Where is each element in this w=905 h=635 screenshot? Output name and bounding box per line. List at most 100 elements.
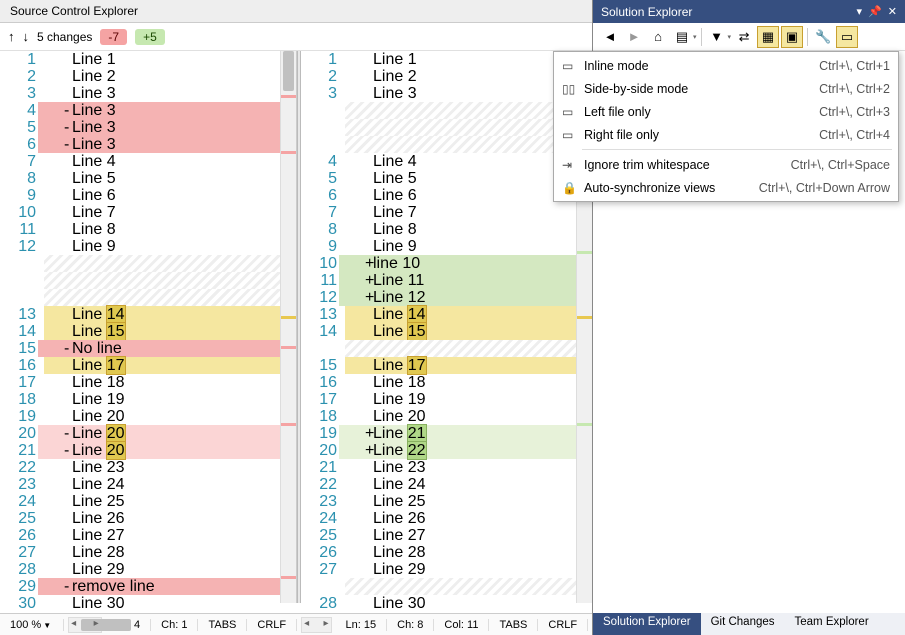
menu-item[interactable]: ▭Inline modeCtrl+\, Ctrl+1 (554, 54, 898, 77)
switch-views-button[interactable]: ▤ (671, 26, 693, 48)
sync-button[interactable]: ⇄ (733, 26, 755, 48)
left-hscroll[interactable]: ◂▸ (68, 617, 102, 633)
menu-item[interactable]: ▭Left file onlyCtrl+\, Ctrl+3 (554, 100, 898, 123)
back-button[interactable]: ◄ (599, 26, 621, 48)
prev-change-button[interactable]: ↑ (8, 29, 15, 44)
code-row[interactable] (0, 289, 296, 306)
code-row[interactable]: 22Line 24 (301, 476, 592, 493)
code-row[interactable]: 21-Line 20 (0, 442, 296, 459)
code-row[interactable]: 9Line 6 (0, 187, 296, 204)
code-row[interactable]: 29-remove line (0, 578, 296, 595)
right-hscroll[interactable]: ◂▸ (301, 617, 331, 633)
code-row[interactable]: 20-Line 20 (0, 425, 296, 442)
line-number: 4 (301, 153, 345, 170)
code-row[interactable]: 28Line 29 (0, 561, 296, 578)
code-row[interactable]: 13Line 14 (0, 306, 296, 323)
code-row[interactable]: 25Line 26 (0, 510, 296, 527)
code-row[interactable]: 15-No line (0, 340, 296, 357)
code-row[interactable]: 22Line 23 (0, 459, 296, 476)
code-row[interactable]: 6-Line 3 (0, 136, 296, 153)
line-text: -remove line (38, 578, 296, 595)
code-row[interactable] (301, 102, 592, 119)
zoom-level[interactable]: 100 %▼ (0, 619, 64, 631)
code-row[interactable]: 30Line 30 (0, 595, 296, 612)
code-row[interactable]: 19+Line 21 (301, 425, 592, 442)
menu-item[interactable]: 🔒Auto-synchronize viewsCtrl+\, Ctrl+Down… (554, 176, 898, 199)
code-row[interactable] (301, 340, 592, 357)
code-row[interactable]: 13Line 14 (301, 306, 592, 323)
code-row[interactable]: 19Line 20 (0, 408, 296, 425)
line-number: 28 (301, 595, 345, 612)
team-explorer-tab[interactable]: Team Explorer (785, 613, 879, 635)
code-row[interactable]: 15Line 17 (301, 357, 592, 374)
code-row[interactable]: 26Line 28 (301, 544, 592, 561)
git-changes-tab[interactable]: Git Changes (701, 613, 785, 635)
code-row[interactable] (0, 272, 296, 289)
code-row[interactable]: 2Line 2 (0, 68, 296, 85)
code-row[interactable]: 4Line 4 (301, 153, 592, 170)
menu-item[interactable]: ⇥Ignore trim whitespaceCtrl+\, Ctrl+Spac… (554, 153, 898, 176)
code-row[interactable]: 1Line 1 (0, 51, 296, 68)
code-row[interactable]: 7Line 7 (301, 204, 592, 221)
code-row[interactable]: 25Line 27 (301, 527, 592, 544)
line-number (0, 272, 44, 289)
code-row[interactable]: 14Line 15 (301, 323, 592, 340)
code-row[interactable]: 7Line 4 (0, 153, 296, 170)
code-row[interactable]: 1Line 1 (301, 51, 592, 68)
code-row[interactable]: 17Line 19 (301, 391, 592, 408)
code-row[interactable]: 18Line 20 (301, 408, 592, 425)
code-row[interactable]: 16Line 17 (0, 357, 296, 374)
forward-button[interactable]: ► (623, 26, 645, 48)
code-row[interactable]: 14Line 15 (0, 323, 296, 340)
code-row[interactable]: 23Line 25 (301, 493, 592, 510)
code-row[interactable]: 11Line 8 (0, 221, 296, 238)
code-row[interactable]: 8Line 8 (301, 221, 592, 238)
code-row[interactable]: 24Line 25 (0, 493, 296, 510)
code-row[interactable]: 10Line 7 (0, 204, 296, 221)
code-row[interactable] (0, 255, 296, 272)
solution-explorer-tab[interactable]: Solution Explorer (593, 613, 701, 635)
close-panel-icon[interactable]: ✕ (888, 5, 897, 18)
code-row[interactable]: 21Line 23 (301, 459, 592, 476)
code-row[interactable] (301, 136, 592, 153)
line-number: 1 (0, 51, 44, 68)
collapse-all-button[interactable]: ▣ (781, 26, 803, 48)
preview-button[interactable]: ▭ (836, 26, 858, 48)
code-row[interactable]: 28Line 30 (301, 595, 592, 612)
code-row[interactable]: 11+Line 11 (301, 272, 592, 289)
code-row[interactable]: 24Line 26 (301, 510, 592, 527)
code-row[interactable]: 27Line 28 (0, 544, 296, 561)
code-row[interactable]: 9Line 9 (301, 238, 592, 255)
code-row[interactable]: 17Line 18 (0, 374, 296, 391)
code-row[interactable]: 27Line 29 (301, 561, 592, 578)
code-row[interactable]: 5-Line 3 (0, 119, 296, 136)
window-dropdown-icon[interactable]: ▾ (857, 5, 863, 18)
filter-button[interactable]: ▼ (706, 26, 728, 48)
show-all-files-button[interactable]: ▦ (757, 26, 779, 48)
menu-item[interactable]: ▭Right file onlyCtrl+\, Ctrl+4 (554, 123, 898, 146)
code-row[interactable]: 5Line 5 (301, 170, 592, 187)
menu-item[interactable]: ▯▯Side-by-side modeCtrl+\, Ctrl+2 (554, 77, 898, 100)
code-row[interactable] (301, 578, 592, 595)
left-scrollbar[interactable] (280, 51, 296, 603)
code-row[interactable]: 10+line 10 (301, 255, 592, 272)
code-row[interactable]: 2Line 2 (301, 68, 592, 85)
source-control-tab[interactable]: Source Control Explorer (0, 0, 148, 23)
autohide-icon[interactable]: 📌 (868, 5, 882, 18)
code-row[interactable]: 20+Line 22 (301, 442, 592, 459)
code-row[interactable]: 12Line 9 (0, 238, 296, 255)
code-row[interactable]: 16Line 18 (301, 374, 592, 391)
code-row[interactable] (301, 119, 592, 136)
code-row[interactable]: 26Line 27 (0, 527, 296, 544)
code-row[interactable]: 3Line 3 (301, 85, 592, 102)
code-row[interactable]: 12+Line 12 (301, 289, 592, 306)
code-row[interactable]: 23Line 24 (0, 476, 296, 493)
code-row[interactable]: 8Line 5 (0, 170, 296, 187)
code-row[interactable]: 6Line 6 (301, 187, 592, 204)
code-row[interactable]: 18Line 19 (0, 391, 296, 408)
next-change-button[interactable]: ↓ (23, 29, 30, 44)
code-row[interactable]: 3Line 3 (0, 85, 296, 102)
home-button[interactable]: ⌂ (647, 26, 669, 48)
code-row[interactable]: 4-Line 3 (0, 102, 296, 119)
properties-button[interactable]: 🔧 (812, 26, 834, 48)
